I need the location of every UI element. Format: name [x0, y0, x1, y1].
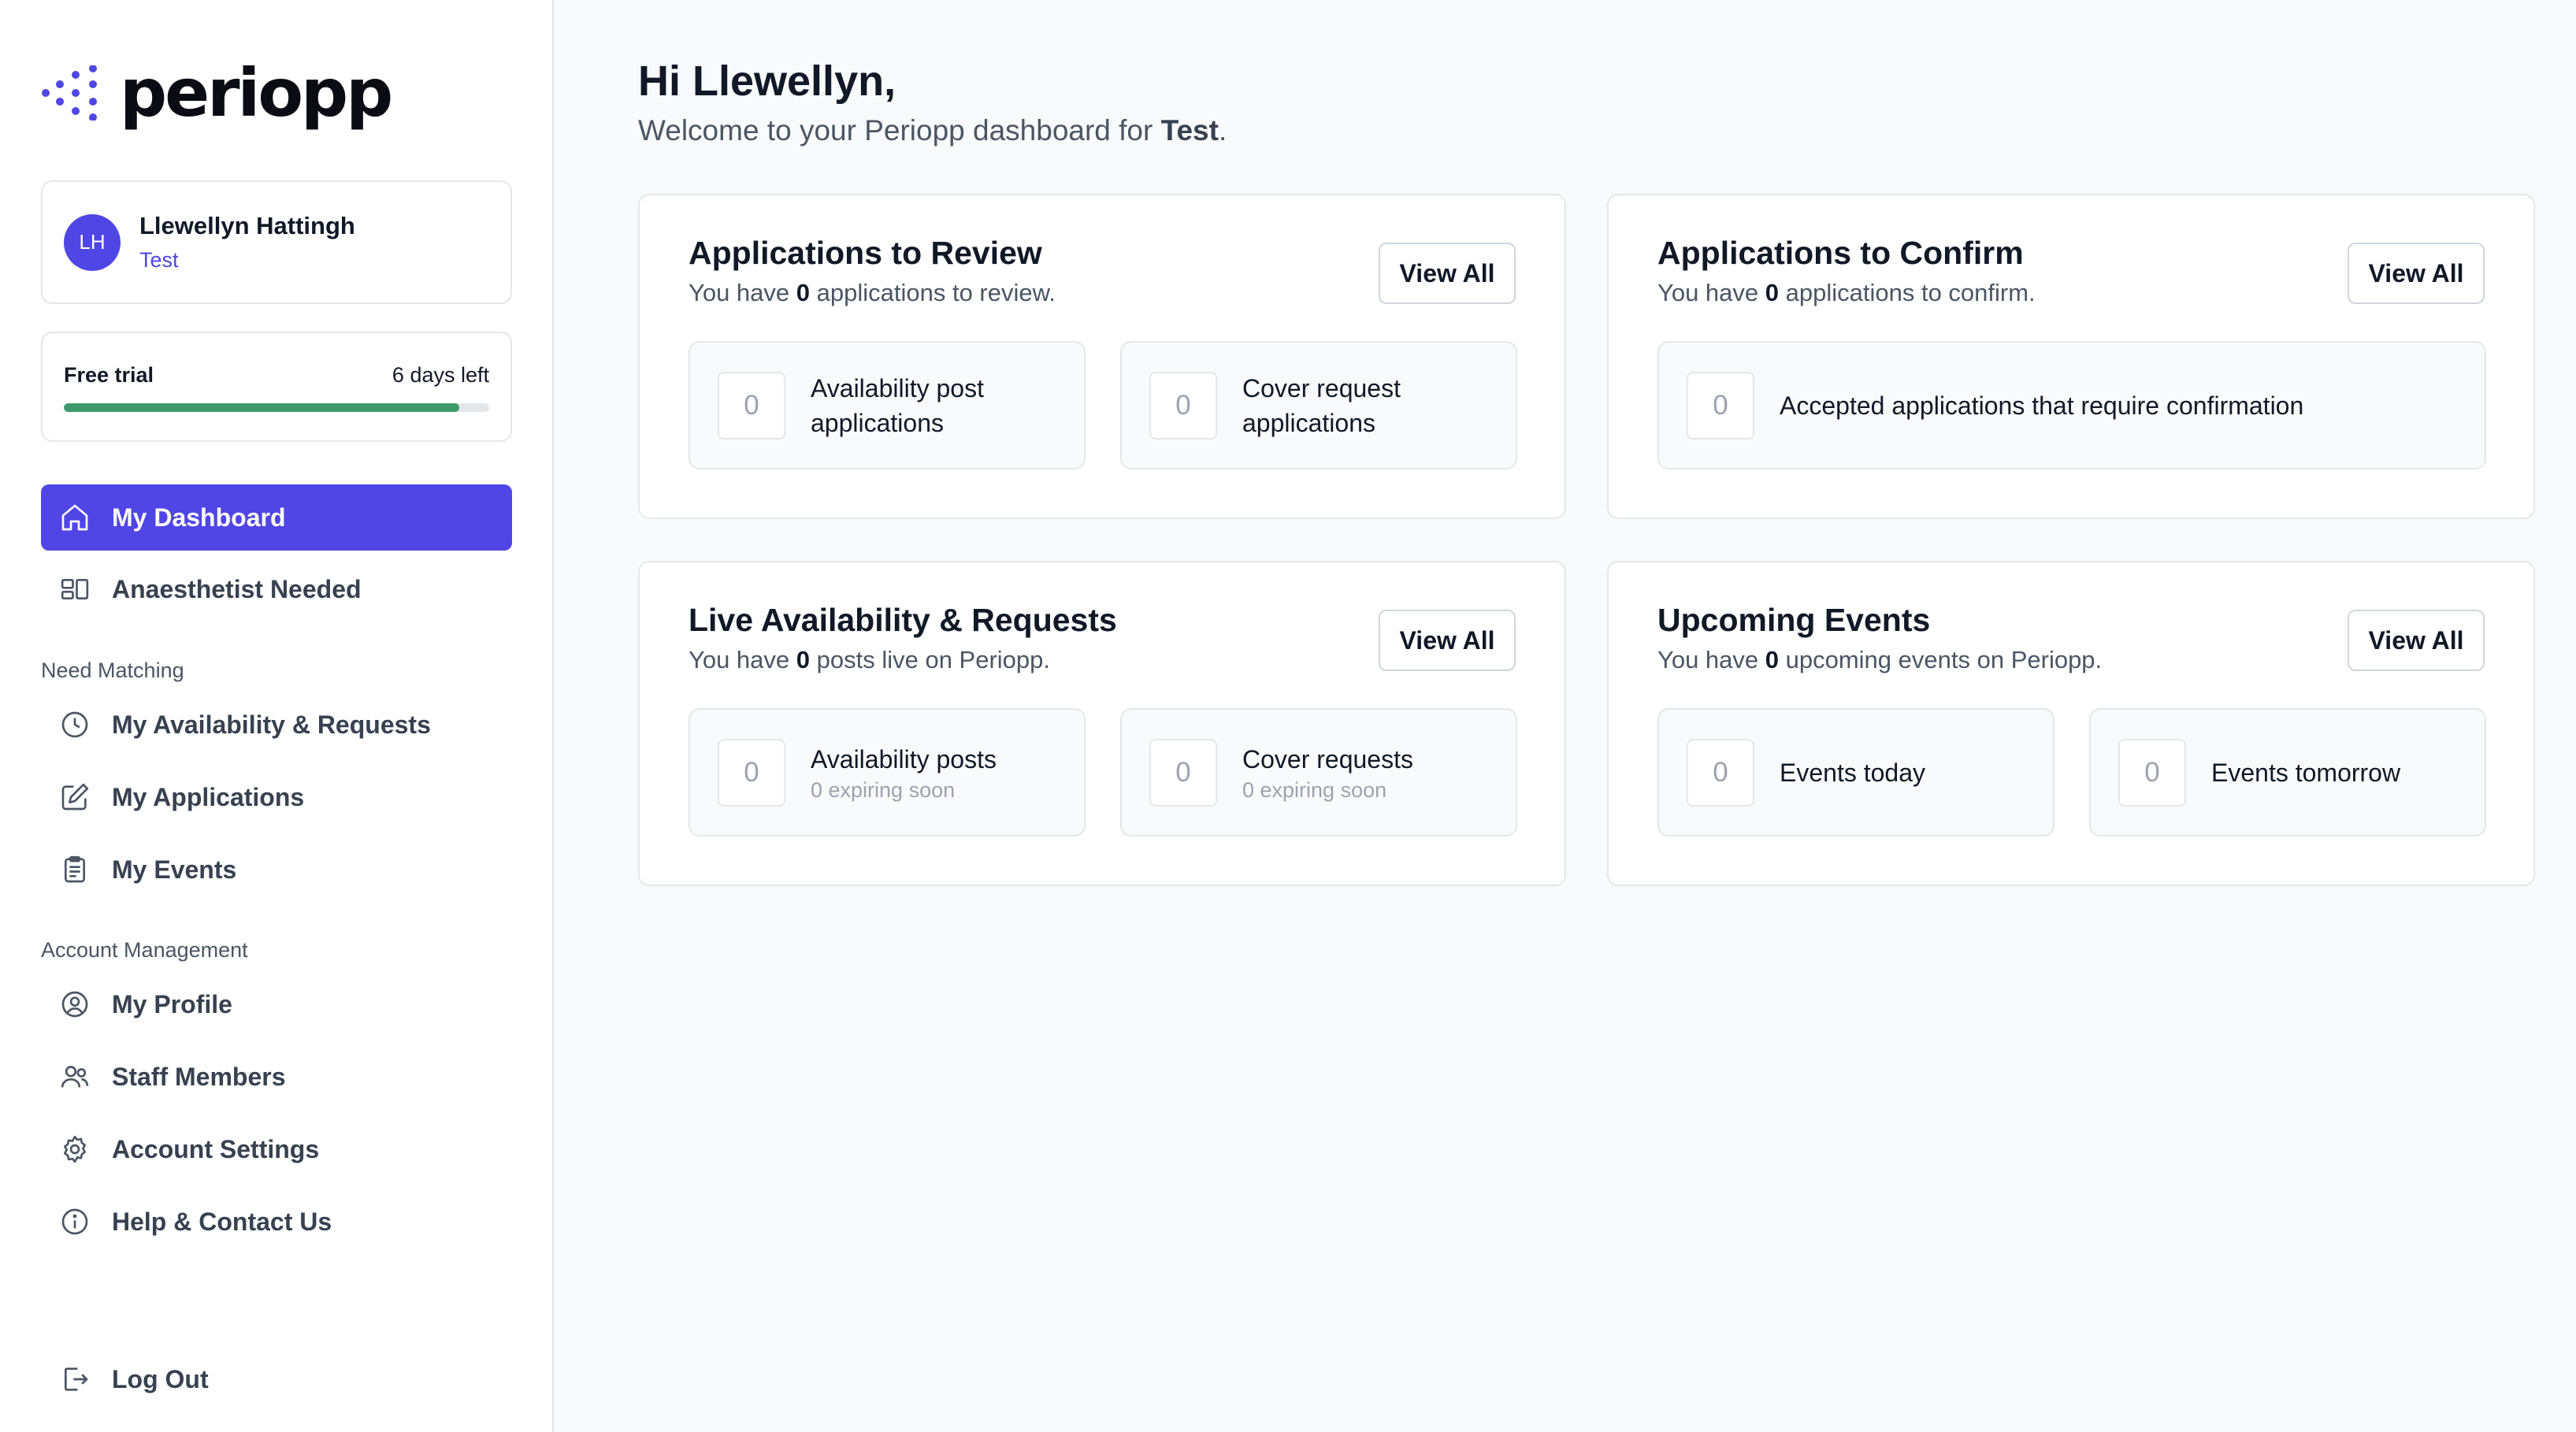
user-circle-icon [58, 988, 91, 1021]
welcome-text: Welcome to your Periopp dashboard for Te… [638, 114, 1227, 147]
nav-label: Anaesthetist Needed [112, 574, 362, 603]
trial-label: Free trial [64, 363, 154, 387]
section-account-management: Account Management [41, 938, 248, 962]
stat-label: Events tomorrow [2211, 758, 2401, 787]
card-live-availability-requests: Live Availability & Requests You have 0 … [638, 561, 1566, 886]
stat-count: 0 [1687, 371, 1754, 440]
trial-progress-bar [64, 403, 489, 412]
nav-anaesthetist-needed[interactable]: Anaesthetist Needed [41, 556, 512, 622]
nav-label: Help & Contact Us [112, 1207, 332, 1236]
stat-availability-post-applications[interactable]: 0 Availability post applications [689, 341, 1086, 469]
card-subtitle: You have 0 applications to confirm. [1657, 279, 2036, 306]
user-card[interactable]: LH Llewellyn Hattingh Test [41, 180, 512, 304]
nav-label: My Availability & Requests [112, 710, 431, 739]
nav-label: My Dashboard [112, 503, 286, 532]
section-need-matching: Need Matching [41, 658, 184, 682]
nav-my-dashboard[interactable]: My Dashboard [41, 484, 512, 551]
stat-label: Accepted applications that require confi… [1780, 391, 2304, 420]
stat-cover-requests[interactable]: 0 Cover requests 0 expiring soon [1120, 708, 1517, 837]
avatar: LH [64, 213, 121, 271]
nav-my-events[interactable]: My Events [41, 837, 512, 903]
clock-icon [58, 708, 91, 741]
card-subtitle: You have 0 applications to review. [689, 279, 1056, 306]
logo-text: periopp [120, 54, 393, 132]
card-title: Live Availability & Requests [689, 602, 1117, 638]
stat-label: Cover requests [1242, 744, 1413, 774]
nav-staff-members[interactable]: Staff Members [41, 1044, 512, 1110]
nav-my-availability-requests[interactable]: My Availability & Requests [41, 692, 512, 758]
sidebar: periopp LH Llewellyn Hattingh Test Free … [0, 0, 554, 1432]
stat-label: Events today [1780, 758, 1925, 787]
stat-label: Cover request applications [1242, 373, 1401, 437]
free-trial-card: Free trial 6 days left [41, 332, 512, 442]
user-organisation: Test [139, 248, 179, 272]
nav-account-settings[interactable]: Account Settings [41, 1116, 512, 1182]
card-title: Applications to Confirm [1657, 235, 2024, 271]
nav-help-contact[interactable]: Help & Contact Us [41, 1189, 512, 1255]
card-subtitle: You have 0 upcoming events on Periopp. [1657, 646, 2103, 673]
users-icon [58, 1060, 91, 1093]
nav-my-profile[interactable]: My Profile [41, 971, 512, 1037]
nav-label: Staff Members [112, 1062, 286, 1091]
logout-icon [58, 1363, 91, 1396]
nav-label: My Events [112, 855, 237, 884]
stat-availability-posts[interactable]: 0 Availability posts 0 expiring soon [689, 708, 1086, 837]
trial-days-left: 6 days left [392, 363, 489, 387]
stat-count: 0 [1149, 371, 1217, 440]
view-all-button[interactable]: View All [2348, 610, 2485, 671]
stat-events-tomorrow[interactable]: 0 Events tomorrow [2089, 708, 2486, 837]
stat-count: 0 [1149, 738, 1217, 807]
view-all-button[interactable]: View All [1379, 243, 1516, 304]
user-name: Llewellyn Hattingh [139, 212, 355, 239]
stat-count: 0 [718, 738, 785, 807]
page-greeting: Hi Llewellyn, [638, 58, 896, 105]
stat-label: Availability post applications [811, 373, 984, 437]
home-icon [58, 501, 91, 534]
nav-label: Log Out [112, 1364, 209, 1393]
nav-label: My Profile [112, 989, 232, 1018]
stat-cover-request-applications[interactable]: 0 Cover request applications [1120, 341, 1517, 469]
card-title: Upcoming Events [1657, 602, 1931, 638]
stat-expiring-soon: 0 expiring soon [1242, 777, 1387, 802]
edit-icon [58, 781, 91, 814]
stat-expiring-soon: 0 expiring soon [811, 777, 956, 802]
gear-icon [58, 1133, 91, 1166]
board-icon [58, 573, 91, 606]
nav-log-out[interactable]: Log Out [41, 1346, 512, 1412]
info-icon [58, 1205, 91, 1238]
stat-count: 0 [718, 371, 785, 440]
card-title: Applications to Review [689, 235, 1042, 271]
card-applications-to-confirm: Applications to Confirm You have 0 appli… [1607, 194, 2535, 519]
stat-count: 0 [1687, 738, 1754, 807]
trial-progress-fill [64, 403, 460, 412]
nav-label: Account Settings [112, 1134, 320, 1163]
nav-my-applications[interactable]: My Applications [41, 764, 512, 830]
view-all-button[interactable]: View All [1379, 610, 1516, 671]
periopp-logo[interactable]: periopp [41, 54, 393, 132]
card-upcoming-events: Upcoming Events You have 0 upcoming even… [1607, 561, 2535, 886]
stat-label: Availability posts [811, 744, 997, 774]
view-all-button[interactable]: View All [2348, 243, 2485, 304]
logo-dots-icon [42, 65, 97, 121]
nav-label: My Applications [112, 782, 305, 811]
stat-events-today[interactable]: 0 Events today [1657, 708, 2054, 837]
stat-count: 0 [2118, 738, 2186, 807]
clipboard-icon [58, 853, 91, 886]
card-applications-to-review: Applications to Review You have 0 applic… [638, 194, 1566, 519]
stat-accepted-require-confirmation[interactable]: 0 Accepted applications that require con… [1657, 341, 2486, 469]
card-subtitle: You have 0 posts live on Periopp. [689, 646, 1051, 673]
